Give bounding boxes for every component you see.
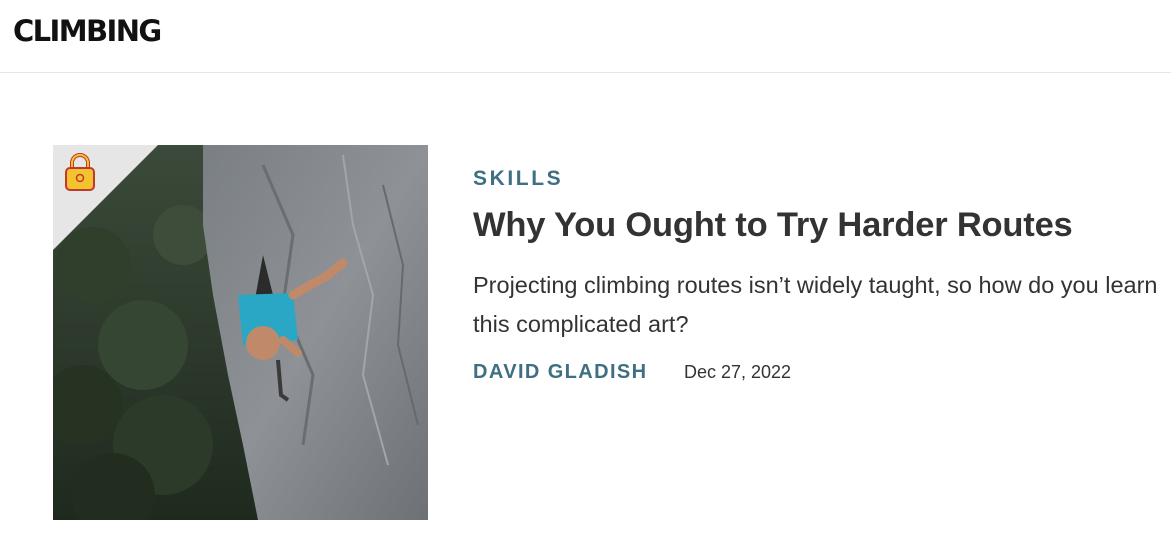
article-title[interactable]: Why You Ought to Try Harder Routes (473, 203, 1073, 247)
author-link[interactable]: DAVID GLADISH (473, 361, 648, 383)
lock-icon (65, 153, 95, 191)
article-thumbnail[interactable] (53, 145, 428, 520)
site-header: CLIMBING (0, 0, 1171, 73)
article-dek: Projecting climbing routes isn’t widely … (473, 272, 1158, 337)
article-card: SKILLS Why You Ought to Try Harder Route… (53, 145, 1163, 520)
category-link[interactable]: SKILLS (473, 166, 563, 192)
publish-date: Dec 27, 2022 (683, 362, 792, 382)
site-logo[interactable]: CLIMBING (13, 12, 162, 50)
byline: DAVID GLADISH Dec 27, 2022 (473, 359, 791, 385)
